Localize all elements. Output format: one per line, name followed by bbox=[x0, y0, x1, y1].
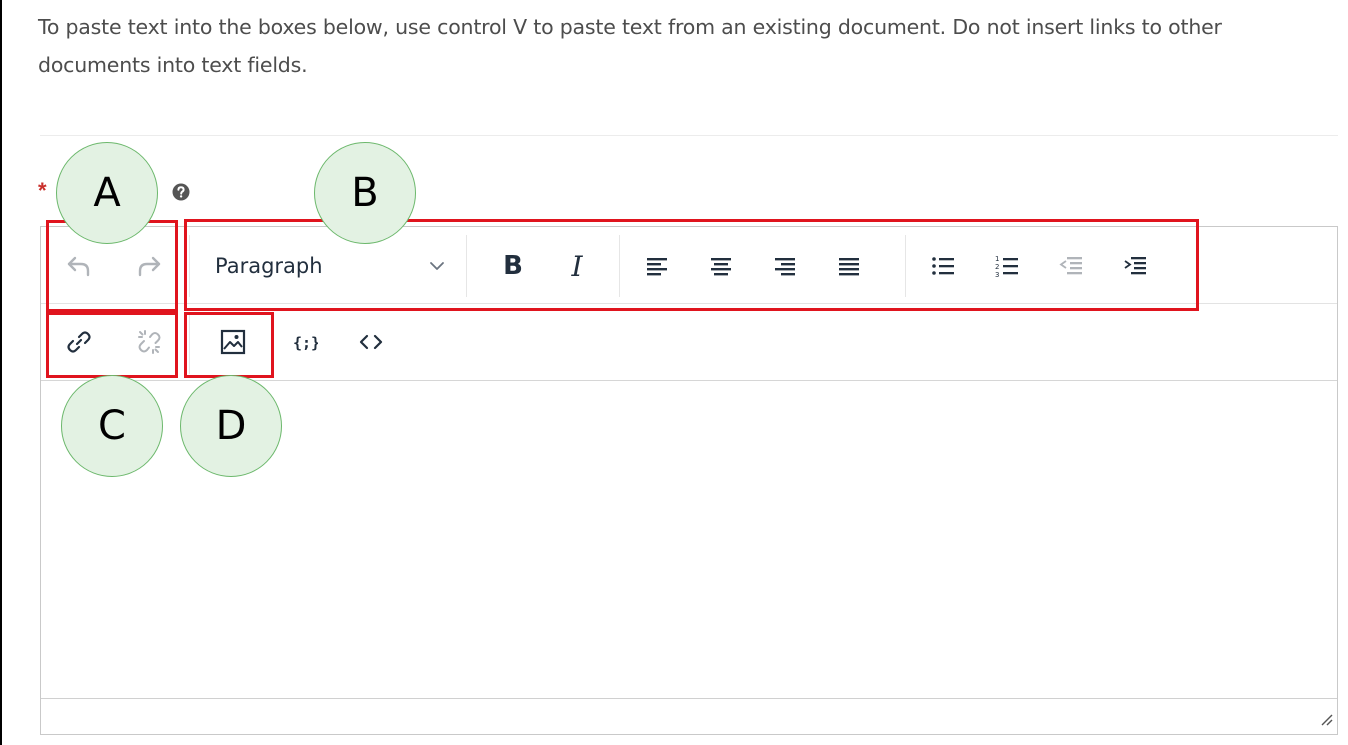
outdent-icon[interactable] bbox=[1051, 247, 1091, 285]
align-center-icon[interactable] bbox=[701, 247, 741, 285]
callout-label-c: C bbox=[61, 375, 163, 477]
callout-label-d: D bbox=[180, 375, 282, 477]
form-page: To paste text into the boxes below, use … bbox=[0, 0, 1348, 745]
align-right-icon[interactable] bbox=[765, 247, 805, 285]
rich-text-editor: Paragraph B I 1 2 3 {;} bbox=[40, 226, 1338, 735]
editor-toolbar-secondary: {;} bbox=[41, 304, 1337, 381]
source-code-icon[interactable] bbox=[351, 323, 391, 361]
toolbar-separator bbox=[189, 312, 190, 374]
page-border bbox=[0, 0, 2, 745]
block-format-select[interactable]: Paragraph bbox=[191, 243, 463, 289]
svg-text:{;}: {;} bbox=[293, 334, 318, 352]
svg-text:3: 3 bbox=[995, 271, 999, 278]
bullet-list-icon[interactable] bbox=[923, 247, 963, 285]
required-marker: * bbox=[38, 178, 47, 203]
svg-text:1: 1 bbox=[995, 255, 999, 263]
bold-label: B bbox=[503, 251, 523, 281]
callout-label-a: A bbox=[56, 142, 158, 244]
redo-icon[interactable] bbox=[129, 247, 169, 285]
unlink-icon[interactable] bbox=[129, 323, 169, 361]
question-circle-icon[interactable] bbox=[172, 183, 190, 201]
editor-toolbar-primary: Paragraph B I 1 2 3 bbox=[41, 227, 1337, 304]
align-justify-icon[interactable] bbox=[829, 247, 869, 285]
paste-instructions: To paste text into the boxes below, use … bbox=[38, 15, 1222, 77]
image-icon[interactable] bbox=[213, 323, 253, 361]
editor-statusbar bbox=[41, 698, 1337, 735]
resize-handle-icon[interactable] bbox=[1319, 712, 1333, 731]
code-sample-icon[interactable]: {;} bbox=[285, 323, 325, 361]
numbered-list-icon[interactable]: 1 2 3 bbox=[987, 247, 1027, 285]
align-left-icon[interactable] bbox=[637, 247, 677, 285]
toolbar-separator bbox=[905, 235, 906, 297]
link-icon[interactable] bbox=[59, 323, 99, 361]
chevron-down-icon bbox=[429, 259, 445, 277]
callout-label-b: B bbox=[314, 142, 416, 244]
indent-icon[interactable] bbox=[1115, 247, 1155, 285]
svg-text:2: 2 bbox=[995, 263, 999, 271]
italic-label: I bbox=[571, 249, 583, 283]
section-divider bbox=[40, 135, 1338, 136]
block-format-value: Paragraph bbox=[215, 254, 323, 278]
toolbar-separator bbox=[466, 235, 467, 297]
bold-button[interactable]: B bbox=[493, 247, 533, 285]
italic-button[interactable]: I bbox=[557, 247, 597, 285]
toolbar-separator bbox=[189, 235, 190, 297]
undo-icon[interactable] bbox=[59, 247, 99, 285]
toolbar-separator bbox=[619, 235, 620, 297]
